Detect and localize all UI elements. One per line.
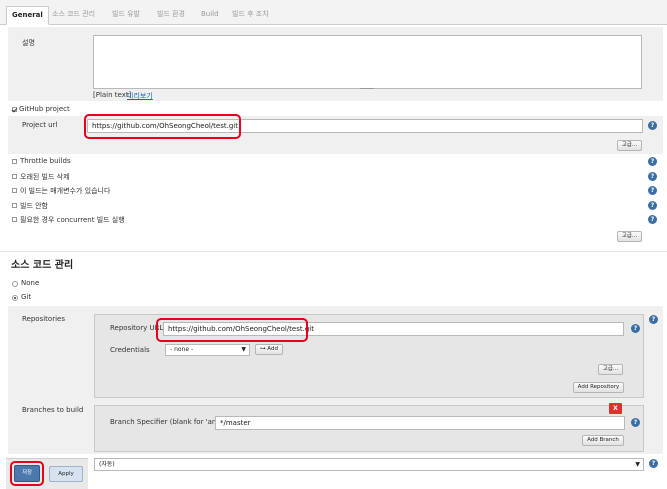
scm-none-label: None — [21, 279, 40, 287]
add-branch-button[interactable]: Add Branch — [582, 435, 624, 446]
repo-advanced-button[interactable]: 고급... — [598, 364, 623, 375]
tab-build[interactable]: Build — [196, 6, 224, 25]
description-textarea[interactable] — [93, 35, 642, 89]
tab-post-build[interactable]: 빌드 후 조치 — [227, 6, 274, 25]
concurrent-build-checkbox[interactable] — [12, 217, 17, 222]
help-icon[interactable]: ? — [648, 121, 657, 130]
advanced-button[interactable]: 고급... — [617, 140, 642, 151]
tab-build-triggers[interactable]: 빌드 유발 — [107, 6, 145, 25]
parameterized-label: 이 빌드는 매개변수가 있습니다 — [20, 187, 111, 195]
description-label: 설명 — [22, 39, 35, 47]
help-icon[interactable]: ? — [648, 215, 657, 224]
tab-build-environment[interactable]: 빌드 환경 — [152, 6, 190, 25]
scm-git-radio[interactable] — [12, 295, 18, 301]
plain-text-label: [Plain text] — [93, 91, 132, 99]
help-icon[interactable]: ? — [648, 172, 657, 181]
help-icon[interactable]: ? — [631, 324, 640, 333]
throttle-builds-checkbox[interactable] — [12, 159, 17, 164]
parameterized-checkbox[interactable] — [12, 188, 17, 193]
disable-build-label: 빌드 안함 — [20, 202, 48, 210]
project-url-label: Project url — [22, 121, 58, 129]
help-icon[interactable]: ? — [631, 418, 640, 427]
add-credentials-button[interactable]: ⊶ Add — [255, 344, 283, 355]
add-credentials-label: Add — [267, 346, 278, 352]
repository-url-highlight — [156, 318, 308, 342]
delete-branch-button[interactable]: X — [609, 403, 622, 414]
concurrent-build-label: 필요한 경우 concurrent 빌드 실행 — [20, 216, 125, 224]
tab-scm[interactable]: 소스 코드 관리 — [47, 6, 100, 25]
scm-git-label: Git — [21, 293, 32, 301]
help-icon[interactable]: ? — [648, 157, 657, 166]
config-tab-bar: General 소스 코드 관리 빌드 유발 빌드 환경 Build 빌드 후 … — [0, 0, 667, 25]
credentials-label: Credentials — [110, 346, 150, 354]
branch-specifier-label: Branch Specifier (blank for 'any') — [110, 418, 226, 426]
throttle-builds-label: Throttle builds — [20, 157, 71, 165]
credentials-select[interactable]: - none - ▼ — [165, 344, 250, 356]
branch-specifier-input[interactable]: */master — [215, 416, 625, 430]
chevron-down-icon: ▼ — [635, 461, 640, 468]
disable-build-checkbox[interactable] — [12, 203, 17, 208]
repository-browser-select[interactable]: (자동) ▼ — [94, 458, 644, 471]
github-project-label: GitHub project — [19, 105, 70, 113]
textarea-resize-handle[interactable] — [360, 88, 374, 89]
help-icon[interactable]: ? — [648, 186, 657, 195]
help-icon[interactable]: ? — [649, 459, 658, 468]
discard-old-builds-label: 오래된 빌드 삭제 — [20, 173, 70, 181]
save-button-highlight — [10, 461, 44, 486]
section-divider — [0, 251, 667, 252]
credentials-value: - none - — [170, 346, 194, 353]
help-icon[interactable]: ? — [648, 201, 657, 210]
scm-heading: 소스 코드 관리 — [11, 260, 74, 271]
add-repository-button[interactable]: Add Repository — [573, 382, 624, 393]
key-icon: ⊶ — [260, 346, 266, 352]
tab-general[interactable]: General — [6, 6, 49, 25]
project-url-highlight — [84, 114, 241, 139]
chevron-down-icon: ▼ — [241, 346, 246, 353]
repositories-label: Repositories — [22, 315, 65, 323]
scm-none-radio[interactable] — [12, 281, 18, 287]
apply-button[interactable]: Apply — [49, 466, 83, 482]
advanced-button-2[interactable]: 고급... — [617, 231, 642, 242]
help-icon[interactable]: ? — [649, 315, 658, 324]
branches-label: Branches to build — [22, 406, 84, 414]
preview-link[interactable]: 미리보기 — [127, 91, 153, 101]
github-project-checkbox[interactable] — [12, 107, 17, 112]
repository-browser-value: (자동) — [99, 461, 115, 468]
discard-old-builds-checkbox[interactable] — [12, 174, 17, 179]
